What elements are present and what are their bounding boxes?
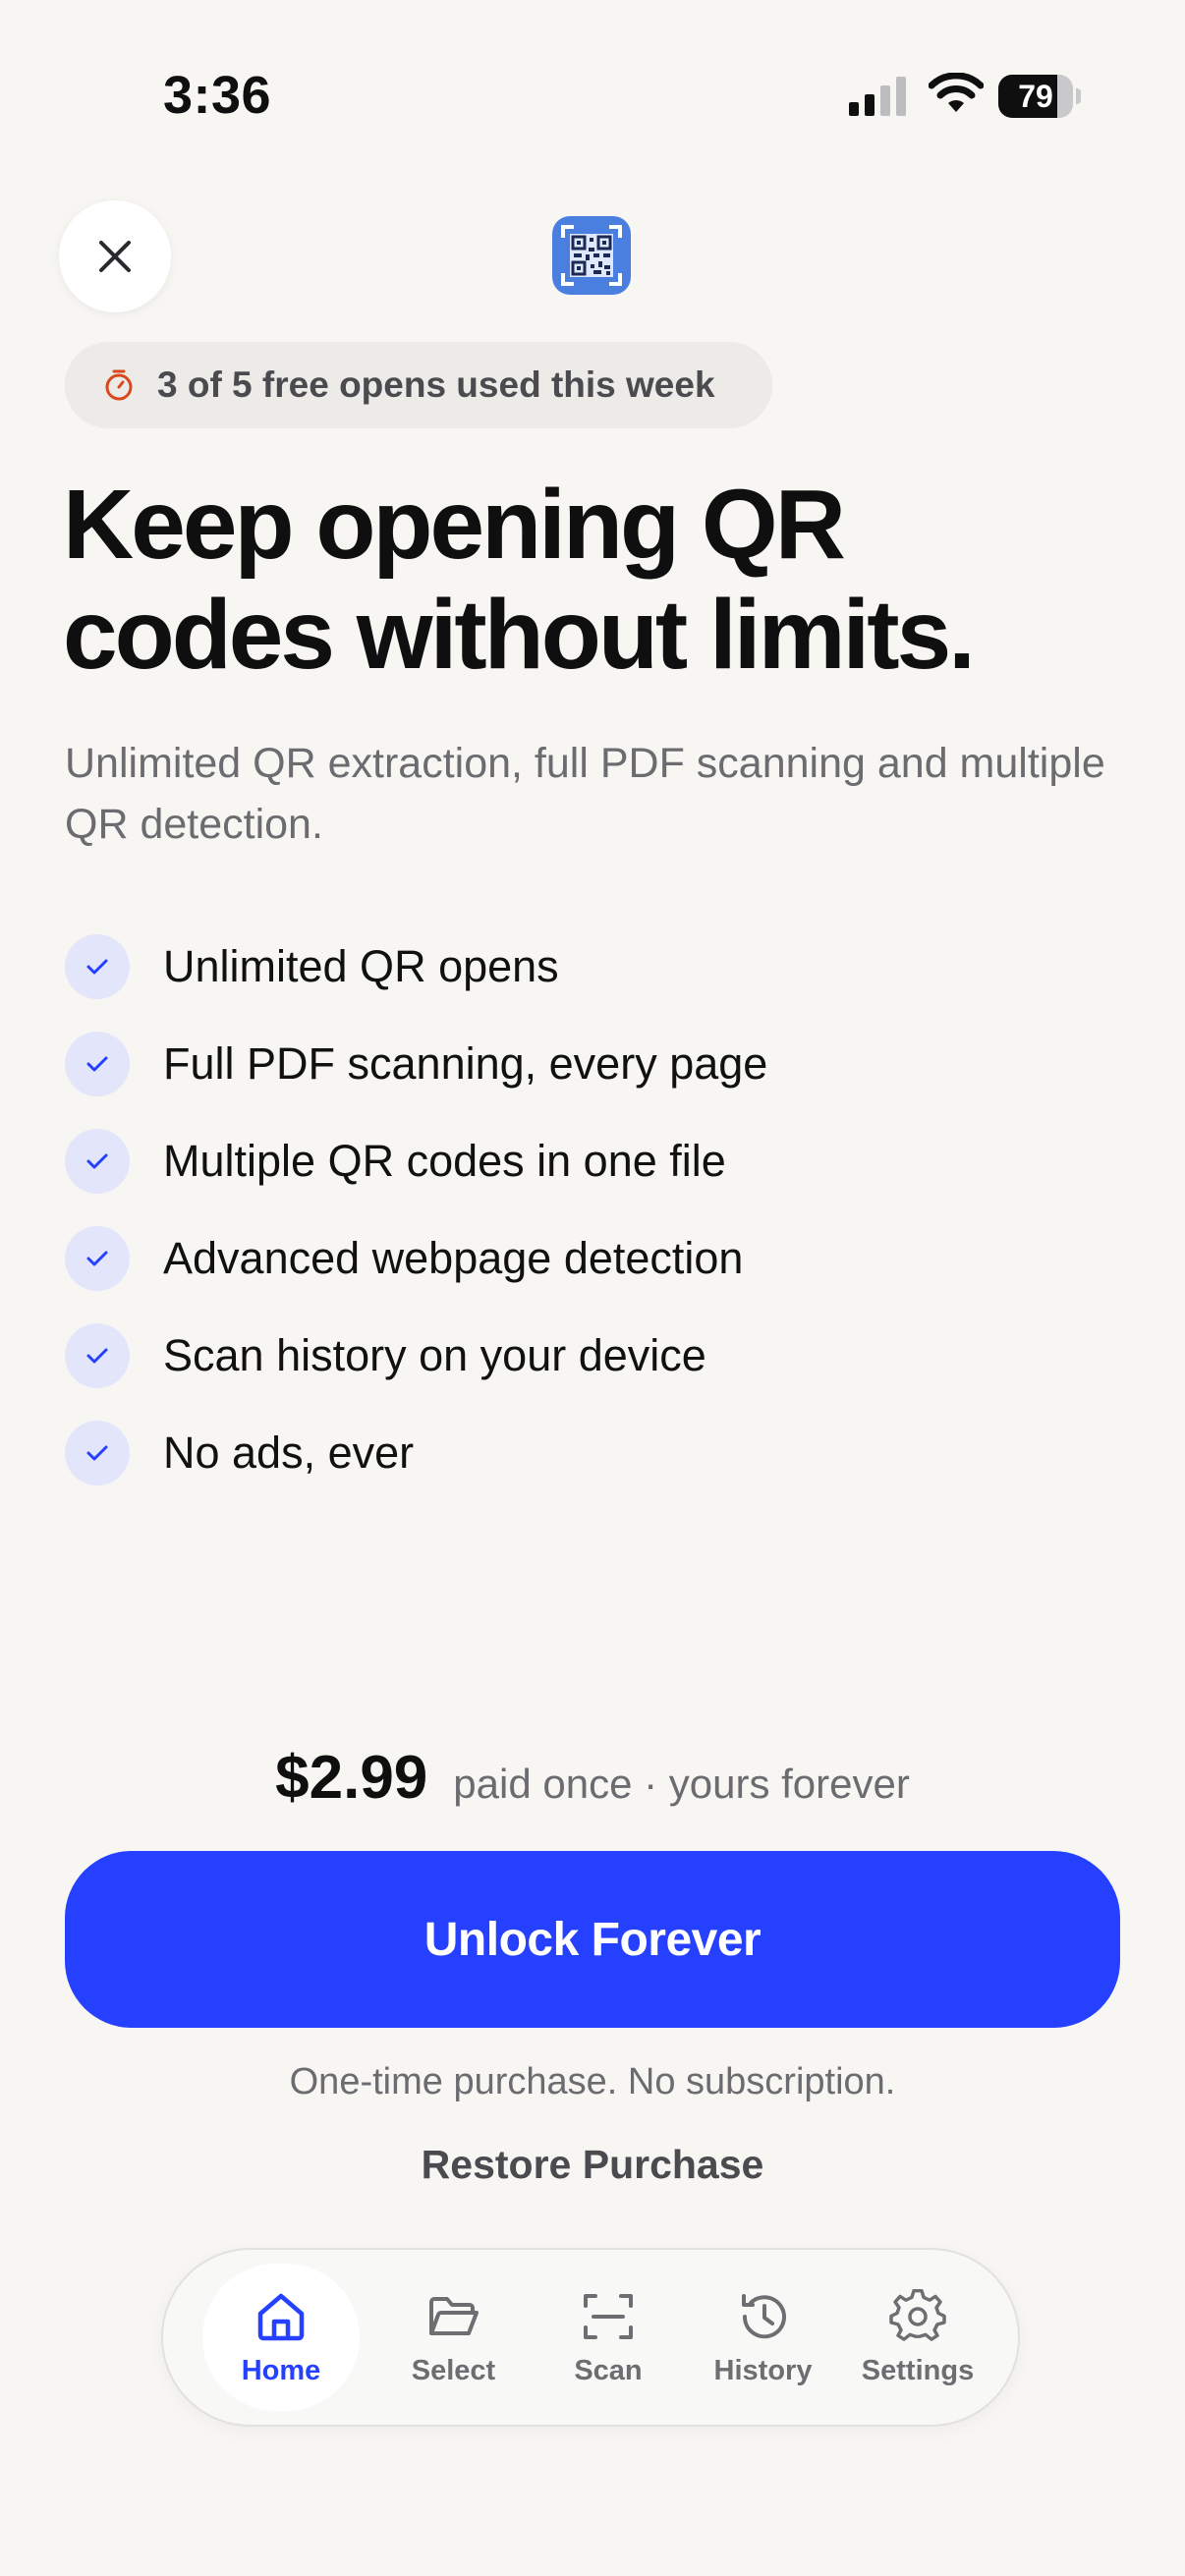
feature-item: Full PDF scanning, every page xyxy=(65,1015,1126,1112)
price: $2.99 xyxy=(275,1744,428,1812)
folder-icon xyxy=(428,2296,479,2335)
tab-select[interactable]: Select xyxy=(393,2264,515,2411)
tab-label: Select xyxy=(411,2354,496,2386)
feature-item: No ads, ever xyxy=(65,1404,1126,1501)
gear-icon xyxy=(889,2288,946,2341)
tab-home[interactable]: Home xyxy=(202,2264,360,2411)
usage-text: 3 of 5 free opens used this week xyxy=(157,364,715,405)
restore-purchase-link[interactable]: Restore Purchase xyxy=(0,2142,1185,2188)
check-icon xyxy=(65,1225,130,1291)
home-icon xyxy=(257,2293,305,2340)
battery-level: 79 xyxy=(1018,79,1053,114)
page-subtitle: Unlimited QR extraction, full PDF scanni… xyxy=(65,740,1105,848)
close-button[interactable] xyxy=(59,200,171,312)
status-time: 3:36 xyxy=(163,66,272,125)
feature-item: Multiple QR codes in one file xyxy=(65,1112,1126,1209)
check-icon xyxy=(65,933,130,999)
tab-history[interactable]: History xyxy=(703,2264,824,2411)
qr-code-icon xyxy=(561,225,622,286)
history-icon xyxy=(741,2293,786,2338)
feature-label: No ads, ever xyxy=(163,1427,415,1478)
price-note: paid once · yours forever xyxy=(453,1761,910,1807)
feature-list: Unlimited QR opens Full PDF scanning, ev… xyxy=(65,918,1126,1501)
tab-scan[interactable]: Scan xyxy=(547,2264,669,2411)
close-icon xyxy=(99,241,131,272)
feature-item: Advanced webpage detection xyxy=(65,1209,1126,1307)
tab-label: Home xyxy=(241,2354,321,2386)
price-row: $2.99 paid once · yours forever xyxy=(0,1743,1185,1813)
battery-icon: 79 xyxy=(998,75,1081,118)
feature-label: Full PDF scanning, every page xyxy=(163,1037,768,1089)
feature-label: Advanced webpage detection xyxy=(163,1232,744,1283)
check-icon xyxy=(65,1031,130,1096)
feature-item: Scan history on your device xyxy=(65,1307,1126,1404)
feature-label: Multiple QR codes in one file xyxy=(163,1135,726,1186)
wifi-icon xyxy=(929,73,984,112)
unlock-forever-button[interactable]: Unlock Forever xyxy=(65,1851,1120,2028)
tab-bar: Home Select Scan History Settings xyxy=(161,2248,1020,2427)
tab-label: Scan xyxy=(574,2354,643,2386)
cellular-signal-icon xyxy=(849,77,906,116)
tab-label: Settings xyxy=(861,2354,975,2386)
tab-label: History xyxy=(713,2354,813,2386)
feature-label: Unlimited QR opens xyxy=(163,940,559,991)
fine-print: One-time purchase. No subscription. xyxy=(289,2061,896,2102)
tab-settings[interactable]: Settings xyxy=(857,2264,979,2411)
feature-item: Unlimited QR opens xyxy=(65,918,1126,1015)
feature-label: Scan history on your device xyxy=(163,1329,706,1380)
scan-icon xyxy=(584,2293,633,2339)
page-title: Keep opening QR codes without limits. xyxy=(63,470,976,690)
check-icon xyxy=(65,1128,130,1194)
check-icon xyxy=(65,1322,130,1388)
app-logo xyxy=(552,216,631,295)
usage-badge: 3 of 5 free opens used this week xyxy=(65,342,772,428)
timer-icon xyxy=(105,369,133,401)
check-icon xyxy=(65,1420,130,1485)
